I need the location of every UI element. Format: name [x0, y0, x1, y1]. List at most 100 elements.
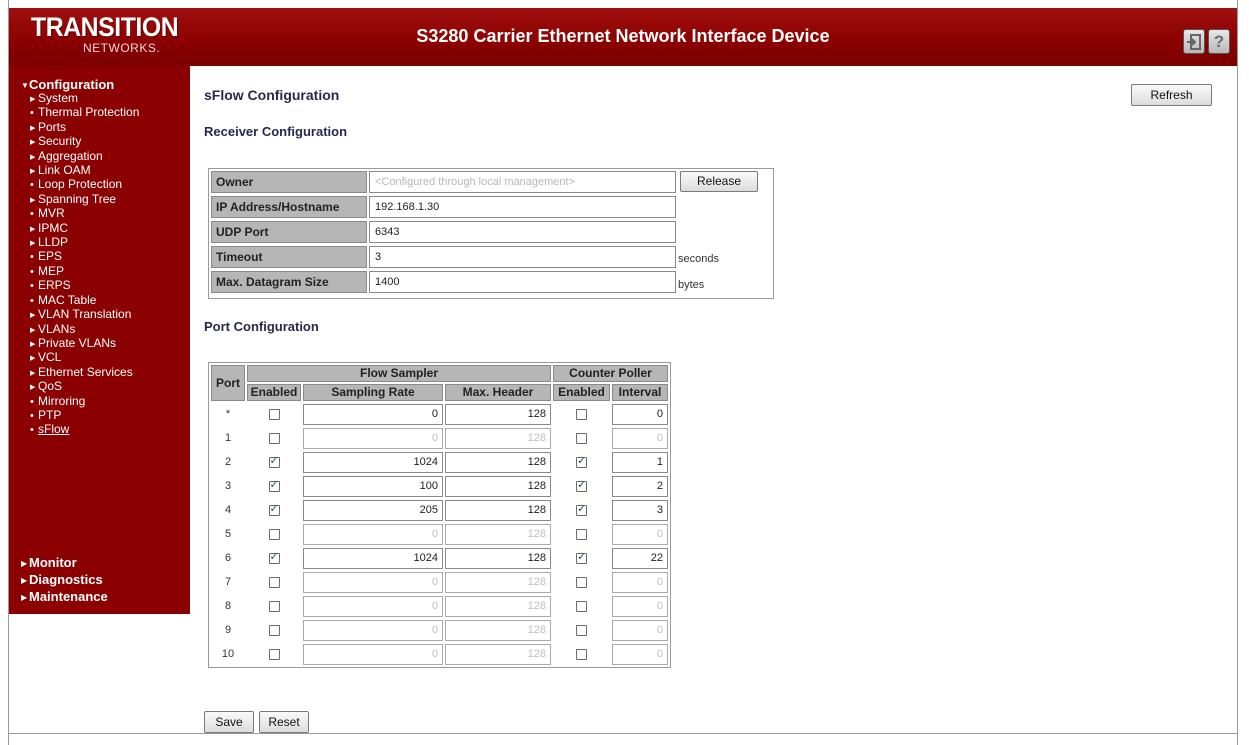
sidebar-item-mac-table[interactable]: • MAC Table	[30, 293, 139, 308]
sampling-rate-input[interactable]: 0	[303, 571, 443, 593]
sidebar-item-sflow[interactable]: • sFlow	[30, 423, 139, 437]
sidebar-item-loop-protection[interactable]: • Loop Protection	[30, 178, 139, 192]
flow-sampler-enabled-checkbox[interactable]	[268, 600, 280, 612]
sidebar-item-vlan-translation[interactable]: ▶ VLAN Translation	[30, 307, 139, 322]
submenu-arrow-icon: ▶	[30, 355, 36, 363]
sampling-rate-input[interactable]: 0	[303, 619, 443, 641]
counter-poller-enabled-checkbox[interactable]	[576, 624, 587, 636]
flow-sampler-enabled-checkbox[interactable]	[268, 576, 280, 588]
sidebar-item-eps[interactable]: • EPS	[30, 250, 139, 264]
max-header-input[interactable]: 128	[445, 475, 551, 497]
flow-sampler-enabled-checkbox[interactable]	[268, 432, 280, 444]
cp-enabled-header: Enabled	[553, 384, 610, 401]
sidebar-item-aggregation[interactable]: ▶ Aggregation	[30, 149, 139, 164]
sidebar-item-qos[interactable]: ▶ QoS	[30, 379, 139, 394]
sidebar-item-mvr[interactable]: • MVR	[30, 207, 139, 221]
counter-poller-enabled-checkbox[interactable]	[576, 648, 587, 660]
sidebar-item-lldp[interactable]: ▶ LLDP	[30, 235, 139, 250]
sidebar-item-ports[interactable]: ▶ Ports	[30, 120, 139, 135]
sidebar-item-erps[interactable]: • ERPS	[30, 279, 139, 293]
max-header-input[interactable]: 128	[445, 595, 551, 617]
flow-sampler-enabled-checkbox[interactable]	[268, 648, 280, 660]
sampling-rate-input[interactable]: 0	[303, 595, 443, 617]
counter-poller-enabled-checkbox[interactable]	[576, 600, 587, 612]
sidebar-item-ethernet-services[interactable]: ▶ Ethernet Services	[30, 365, 139, 380]
counter-poller-enabled-checkbox[interactable]	[576, 502, 587, 516]
counter-poller-enabled-checkbox[interactable]	[576, 408, 587, 420]
interval-input[interactable]: 0	[612, 523, 668, 545]
max-header-input[interactable]: 128	[445, 547, 551, 569]
interval-input[interactable]: 2	[612, 475, 668, 497]
interval-input[interactable]: 3	[612, 499, 668, 521]
sampling-rate-input[interactable]: 0	[303, 427, 443, 449]
flow-sampler-enabled-checkbox[interactable]	[268, 478, 280, 492]
flow-sampler-enabled-checkbox[interactable]	[268, 408, 280, 420]
transition-networks-logo[interactable]: TRANSITION NETWORKS.	[31, 12, 191, 54]
interval-input[interactable]: 0	[612, 403, 668, 425]
sidebar-item-ipmc[interactable]: ▶ IPMC	[30, 221, 139, 236]
release-button[interactable]: Release	[680, 171, 758, 192]
max-header-input[interactable]: 128	[445, 619, 551, 641]
max-header-input[interactable]: 128	[445, 403, 551, 425]
counter-poller-enabled-checkbox[interactable]	[576, 528, 587, 540]
max-header-input[interactable]: 128	[445, 451, 551, 473]
udp-port-field[interactable]: 6343	[369, 221, 676, 243]
sampling-rate-input[interactable]: 0	[303, 643, 443, 665]
interval-input[interactable]: 0	[612, 643, 668, 665]
timeout-field[interactable]: 3	[369, 246, 676, 268]
sampling-rate-input[interactable]: 205	[303, 499, 443, 521]
flow-sampler-enabled-checkbox[interactable]	[268, 454, 280, 468]
owner-field[interactable]: <Configured through local management>	[369, 171, 676, 193]
sampling-rate-input[interactable]: 100	[303, 475, 443, 497]
sidebar-item-ptp[interactable]: • PTP	[30, 408, 139, 423]
sidebar-item-link-oam[interactable]: ▶ Link OAM	[30, 163, 139, 178]
port-config-heading: Port Configuration	[204, 319, 319, 334]
sidebar-item-system[interactable]: ▶ System	[30, 91, 139, 106]
logout-button[interactable]	[1183, 29, 1205, 54]
flow-sampler-enabled-checkbox[interactable]	[268, 502, 280, 516]
interval-input[interactable]: 0	[612, 427, 668, 449]
sidebar-item-label: Spanning Tree	[38, 191, 117, 206]
sampling-rate-input[interactable]: 1024	[303, 451, 443, 473]
sampling-rate-input[interactable]: 0	[303, 523, 443, 545]
help-button[interactable]: ?	[1208, 29, 1230, 54]
sidebar-item-vlans[interactable]: ▶ VLANs	[30, 322, 139, 337]
table-row: 2 1024128 1	[211, 451, 668, 473]
nav-monitor[interactable]: ▶ Monitor	[21, 555, 77, 571]
max-header-input[interactable]: 128	[445, 571, 551, 593]
flow-sampler-enabled-checkbox[interactable]	[268, 528, 280, 540]
counter-poller-enabled-checkbox[interactable]	[576, 576, 587, 588]
max-header-input[interactable]: 128	[445, 427, 551, 449]
sidebar-item-mep[interactable]: • MEP	[30, 264, 139, 279]
interval-input[interactable]: 22	[612, 547, 668, 569]
save-button[interactable]: Save	[204, 711, 254, 733]
nav-diagnostics[interactable]: ▶ Diagnostics	[21, 572, 103, 588]
configuration-menu: ▶ System • Thermal Protection ▶ Ports ▶ Securit…	[30, 91, 139, 438]
max-header-input[interactable]: 128	[445, 643, 551, 665]
sidebar-item-thermal-protection[interactable]: • Thermal Protection	[30, 106, 139, 120]
interval-input[interactable]: 0	[612, 595, 668, 617]
sidebar-item-private-vlans[interactable]: ▶ Private VLANs	[30, 336, 139, 351]
reset-button[interactable]: Reset	[259, 711, 309, 733]
max-datagram-field[interactable]: 1400	[369, 271, 676, 293]
interval-input[interactable]: 0	[612, 571, 668, 593]
sidebar-item-security[interactable]: ▶ Security	[30, 135, 139, 149]
interval-input[interactable]: 0	[612, 619, 668, 641]
interval-input[interactable]: 1	[612, 451, 668, 473]
sampling-rate-input[interactable]: 0	[303, 403, 443, 425]
counter-poller-enabled-checkbox[interactable]	[576, 478, 587, 492]
max-header-input[interactable]: 128	[445, 499, 551, 521]
sampling-rate-input[interactable]: 1024	[303, 547, 443, 569]
sidebar-item-vcl[interactable]: ▶ VCL	[30, 351, 139, 365]
flow-sampler-enabled-checkbox[interactable]	[268, 624, 280, 636]
refresh-button[interactable]: Refresh	[1131, 84, 1212, 106]
max-header-input[interactable]: 128	[445, 523, 551, 545]
counter-poller-enabled-checkbox[interactable]	[576, 454, 587, 468]
sidebar-item-mirroring[interactable]: • Mirroring	[30, 394, 139, 409]
ip-address-field[interactable]: 192.168.1.30	[369, 196, 676, 218]
sidebar-item-spanning-tree[interactable]: ▶ Spanning Tree	[30, 191, 139, 207]
counter-poller-enabled-checkbox[interactable]	[576, 432, 587, 444]
nav-maintenance[interactable]: ▶ Maintenance	[21, 589, 108, 605]
flow-sampler-enabled-checkbox[interactable]	[268, 550, 280, 564]
counter-poller-enabled-checkbox[interactable]	[576, 550, 587, 564]
